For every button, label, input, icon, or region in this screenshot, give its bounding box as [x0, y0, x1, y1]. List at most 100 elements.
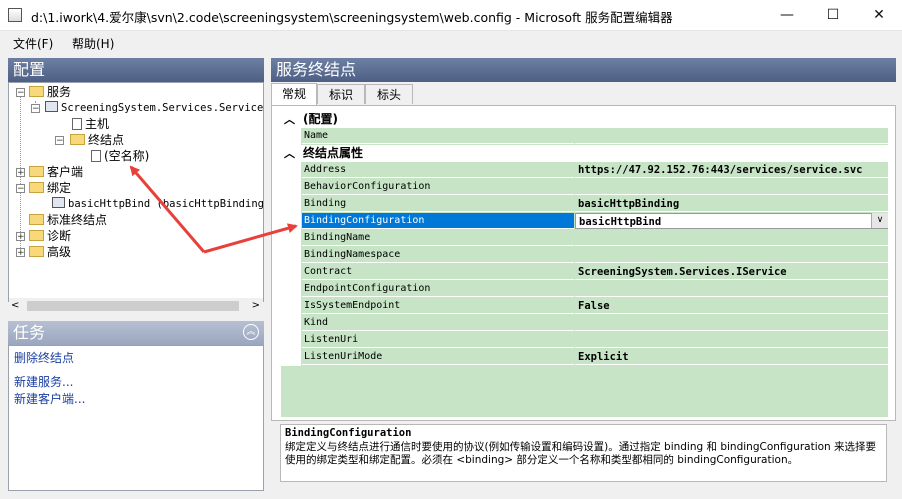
- property-row[interactable]: BindingName: [281, 230, 888, 247]
- property-row[interactable]: EndpointConfiguration: [281, 281, 888, 298]
- property-row[interactable]: Binding basicHttpBinding: [281, 196, 888, 213]
- property-name: EndpointConfiguration: [302, 281, 574, 297]
- new-service-link[interactable]: 新建服务...: [14, 373, 73, 390]
- property-row-name[interactable]: Name: [281, 128, 888, 145]
- minimize-button[interactable]: —: [764, 0, 810, 30]
- tree-node-advanced[interactable]: 高级: [29, 244, 71, 260]
- menu-bar: 文件(F) 帮助(H): [0, 31, 902, 53]
- collapse-icon[interactable]: −: [31, 104, 40, 114]
- tree-node-service[interactable]: ScreeningSystem.Services.Service: [45, 100, 263, 116]
- new-client-link[interactable]: 新建客户端...: [14, 390, 85, 407]
- property-row[interactable]: BindingNamespace: [281, 247, 888, 264]
- property-value[interactable]: [575, 179, 888, 195]
- menu-help[interactable]: 帮助(H): [72, 35, 114, 52]
- description-text: 绑定定义与终结点进行通信时要使用的协议(例如传输设置和编码设置)。通过指定 bi…: [285, 441, 877, 466]
- property-name: BehaviorConfiguration: [302, 179, 574, 195]
- tree-node-endpoints[interactable]: 终结点: [70, 132, 124, 148]
- chevron-up-icon[interactable]: ︿: [284, 111, 295, 128]
- row-gutter: [281, 298, 301, 315]
- tree-node-bindings[interactable]: 绑定: [29, 180, 71, 196]
- tree-node-diagnostics[interactable]: 诊断: [29, 228, 71, 244]
- row-gutter: [281, 213, 301, 230]
- service-endpoint-header: 服务终结点: [271, 58, 896, 82]
- folder-icon: [70, 134, 85, 145]
- tasks-header: 任务: [8, 321, 264, 345]
- collapse-icon[interactable]: −: [16, 88, 25, 98]
- tab-general[interactable]: 常规: [271, 83, 317, 105]
- expand-icon[interactable]: +: [16, 248, 25, 258]
- property-value[interactable]: False: [575, 298, 888, 314]
- title-bar: d:\1.iwork\4.爱尔康\svn\2.code\screeningsys…: [0, 0, 902, 31]
- expand-icon[interactable]: +: [16, 168, 25, 178]
- scroll-right-icon[interactable]: >: [252, 300, 260, 311]
- collapse-icon[interactable]: −: [55, 136, 64, 146]
- tree-node-client[interactable]: 客户端: [29, 164, 83, 180]
- folder-icon: [29, 166, 44, 177]
- property-value[interactable]: basicHttpBinding: [575, 196, 888, 212]
- window-title: d:\1.iwork\4.爱尔康\svn\2.code\screeningsys…: [31, 10, 673, 25]
- property-row[interactable]: BindingConfiguration basicHttpBind ∨: [281, 213, 888, 230]
- service-icon: [45, 101, 58, 112]
- tab-identity[interactable]: 标识: [317, 84, 365, 104]
- property-value[interactable]: [575, 315, 888, 331]
- property-name: Kind: [302, 315, 574, 331]
- row-gutter: [281, 264, 301, 281]
- property-row[interactable]: Contract ScreeningSystem.Services.IServic…: [281, 264, 888, 281]
- tree-node-host[interactable]: 主机: [72, 116, 109, 132]
- general-panel: ︿ (配置) Name ︿ 终结点属性 Address https://47.92…: [271, 105, 896, 421]
- config-header: 配置: [8, 58, 264, 82]
- binding-configuration-dropdown[interactable]: ∨: [575, 213, 888, 229]
- delete-endpoint-link[interactable]: 删除终结点: [14, 349, 74, 366]
- collapse-up-icon[interactable]: ︽: [243, 324, 259, 340]
- property-value[interactable]: https://47.92.152.76:443/services/servic…: [575, 162, 888, 178]
- tree-node-standard-endpoints[interactable]: 标准终结点: [29, 212, 107, 228]
- property-value[interactable]: ScreeningSystem.Services.IService: [575, 264, 888, 280]
- chevron-up-icon[interactable]: ︿: [284, 145, 295, 162]
- property-name: Name: [302, 128, 574, 144]
- scroll-thumb[interactable]: [27, 301, 239, 311]
- property-name: ListenUriMode: [302, 349, 574, 365]
- property-name: Address: [302, 162, 574, 178]
- close-button[interactable]: ✕: [856, 0, 902, 30]
- property-name: IsSystemEndpoint: [302, 298, 574, 314]
- scroll-left-icon[interactable]: <: [11, 300, 19, 311]
- property-name: Contract: [302, 264, 574, 280]
- row-gutter: [281, 162, 301, 179]
- property-name: BindingName: [302, 230, 574, 246]
- tab-headers[interactable]: 标头: [365, 84, 413, 104]
- property-row[interactable]: IsSystemEndpoint False: [281, 298, 888, 315]
- property-value[interactable]: [575, 247, 888, 263]
- maximize-button[interactable]: ☐: [810, 0, 856, 30]
- row-gutter: [281, 128, 301, 145]
- property-row[interactable]: ListenUriMode Explicit: [281, 349, 888, 366]
- category-endpoint[interactable]: ︿ 终结点属性: [281, 145, 888, 162]
- property-value[interactable]: [575, 332, 888, 348]
- property-value[interactable]: [575, 281, 888, 297]
- row-gutter: [281, 247, 301, 264]
- property-row[interactable]: Kind: [281, 315, 888, 332]
- tree-node-services[interactable]: 服务: [29, 84, 71, 100]
- category-config[interactable]: ︿ (配置): [281, 111, 888, 128]
- property-value[interactable]: Explicit: [575, 349, 888, 365]
- expand-icon[interactable]: +: [16, 232, 25, 242]
- row-gutter: [281, 179, 301, 196]
- host-icon: [72, 118, 82, 130]
- menu-file[interactable]: 文件(F): [13, 35, 53, 52]
- tree-node-binding-item[interactable]: basicHttpBind (basicHttpBinding): [52, 196, 263, 212]
- property-value[interactable]: [575, 128, 888, 144]
- endpoint-icon: [91, 150, 101, 162]
- property-name: ListenUri: [302, 332, 574, 348]
- property-value[interactable]: [575, 230, 888, 246]
- row-gutter: [281, 315, 301, 332]
- chevron-down-icon[interactable]: ∨: [871, 213, 888, 228]
- property-row[interactable]: ListenUri: [281, 332, 888, 349]
- row-gutter: [281, 230, 301, 247]
- config-tree[interactable]: − 服务 − ScreeningSystem.Services.Service …: [8, 82, 264, 302]
- tree-node-empty-name[interactable]: (空名称): [91, 148, 149, 164]
- property-row[interactable]: Address https://47.92.152.76:443/services…: [281, 162, 888, 179]
- property-row[interactable]: BehaviorConfiguration: [281, 179, 888, 196]
- collapse-icon[interactable]: −: [16, 184, 25, 194]
- folder-icon: [29, 86, 44, 97]
- property-grid[interactable]: ︿ (配置) Name ︿ 终结点属性 Address https://47.92…: [281, 111, 888, 417]
- tree-hscrollbar[interactable]: < >: [9, 298, 263, 314]
